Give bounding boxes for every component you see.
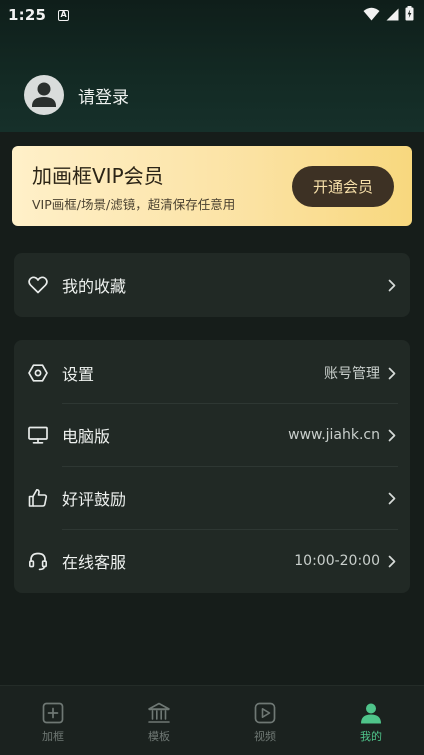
tab-video[interactable]: 视频 xyxy=(212,686,318,755)
default-avatar-icon xyxy=(32,82,56,107)
tab-label: 我的 xyxy=(360,730,382,743)
menu-item-favorites[interactable]: 我的收藏 xyxy=(14,254,410,316)
vip-banner[interactable]: 加画框VIP会员 VIP画框/场景/滤镜，超清保存任意用 开通会员 xyxy=(12,146,412,226)
menu-item-settings[interactable]: 设置 账号管理 xyxy=(14,342,410,404)
open-vip-button[interactable]: 开通会员 xyxy=(292,166,394,207)
bank-template-icon xyxy=(147,701,171,725)
status-bar: 1:25 A xyxy=(0,0,424,30)
battery-icon xyxy=(405,5,414,25)
heart-icon xyxy=(28,275,48,295)
chevron-right-icon xyxy=(388,554,398,568)
status-time: 1:25 xyxy=(8,6,47,24)
status-icons xyxy=(363,5,414,25)
login-text[interactable]: 请登录 xyxy=(78,83,129,108)
chevron-right-icon xyxy=(388,491,398,505)
favorites-card: 我的收藏 xyxy=(14,253,410,317)
vip-title: 加画框VIP会员 xyxy=(32,164,164,188)
menu-item-desktop[interactable]: 电脑版 www.jiahk.cn xyxy=(14,404,410,466)
tab-mine[interactable]: 我的 xyxy=(318,686,424,755)
tab-add-frame[interactable]: 加框 xyxy=(0,686,106,755)
tab-label: 加框 xyxy=(42,730,64,743)
tab-templates[interactable]: 模板 xyxy=(106,686,212,755)
settings-value: 账号管理 xyxy=(324,366,380,382)
avatar[interactable] xyxy=(24,75,64,115)
rate-label: 好评鼓励 xyxy=(62,490,127,509)
headset-icon xyxy=(28,551,48,571)
tab-label: 模板 xyxy=(148,730,170,743)
bottom-tab-bar: 加框 模板 视频 我的 xyxy=(0,685,424,755)
signal-icon xyxy=(386,6,399,25)
tab-label: 视频 xyxy=(254,730,276,743)
notification-app-icon: A xyxy=(58,9,70,21)
profile-login[interactable]: 请登录 xyxy=(24,75,129,115)
play-video-icon xyxy=(253,701,277,725)
chevron-right-icon xyxy=(388,428,398,442)
wifi-icon xyxy=(363,6,380,25)
desktop-label: 电脑版 xyxy=(62,427,111,446)
menu-item-rate[interactable]: 好评鼓励 xyxy=(14,467,410,529)
vip-subtitle: VIP画框/场景/滤镜，超清保存任意用 xyxy=(32,197,236,212)
chevron-right-icon xyxy=(388,278,398,292)
add-frame-icon xyxy=(41,701,65,725)
support-label: 在线客服 xyxy=(62,553,127,572)
favorites-label: 我的收藏 xyxy=(62,277,127,296)
menu-item-support[interactable]: 在线客服 10:00-20:00 xyxy=(14,530,410,592)
chevron-right-icon xyxy=(388,366,398,380)
settings-label: 设置 xyxy=(62,365,95,384)
settings-card: 设置 账号管理 电脑版 www.jiahk.cn 好评鼓励 在线客服 10:00… xyxy=(14,340,410,593)
thumbs-up-icon xyxy=(28,488,48,508)
person-icon xyxy=(359,701,383,725)
desktop-value: www.jiahk.cn xyxy=(288,427,380,443)
hexagon-settings-icon xyxy=(28,363,48,383)
support-hours: 10:00-20:00 xyxy=(294,553,380,569)
monitor-icon xyxy=(28,425,48,445)
